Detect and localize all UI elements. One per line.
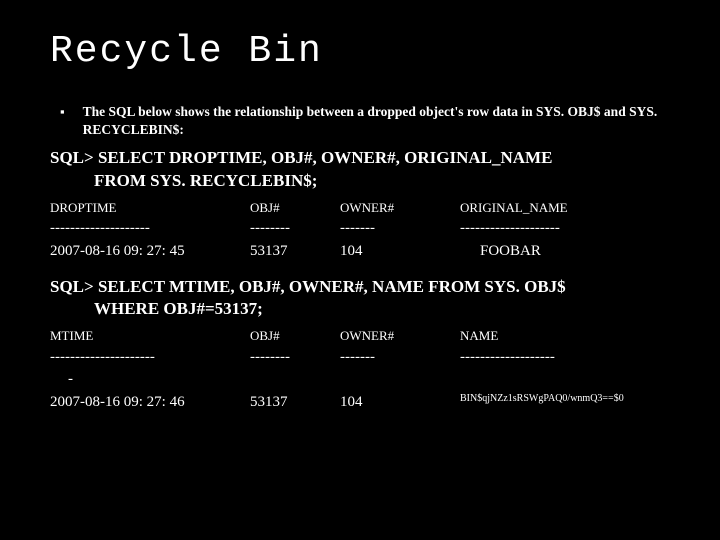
dashes: --------------------: [50, 217, 250, 240]
page-title: Recycle Bin: [50, 30, 670, 73]
table-header-row: DROPTIME OBJ# OWNER# ORIGINAL_NAME: [50, 198, 670, 218]
sql-line: SQL> SELECT MTIME, OBJ#, OWNER#, NAME FR…: [50, 277, 566, 296]
table-data-row: 2007-08-16 09: 27: 45 53137 104 FOOBAR: [50, 240, 670, 263]
dashes: -------------------: [460, 346, 670, 369]
table-divider-row: --------------------- -------- ------- -…: [50, 346, 670, 369]
table-divider-row: -------------------- -------- ------- --…: [50, 217, 670, 240]
col-header: NAME: [460, 326, 670, 346]
dashes: -------: [340, 217, 460, 240]
sql-line: FROM SYS. RECYCLEBIN$;: [94, 170, 670, 192]
cell: FOOBAR: [460, 240, 670, 263]
cell: 2007-08-16 09: 27: 45: [50, 240, 250, 263]
dashes: --------: [250, 346, 340, 369]
dashes: --------: [250, 217, 340, 240]
sql-line: SQL> SELECT DROPTIME, OBJ#, OWNER#, ORIG…: [50, 148, 552, 167]
table-divider-extra: -: [50, 368, 670, 391]
cell: 104: [340, 391, 460, 414]
col-header: MTIME: [50, 326, 250, 346]
table-header-row: MTIME OBJ# OWNER# NAME: [50, 326, 670, 346]
col-header: OBJ#: [250, 198, 340, 218]
dashes: ---------------------: [50, 346, 250, 369]
bullet-item: ▪ The SQL below shows the relationship b…: [50, 103, 670, 139]
bullet-text: The SQL below shows the relationship bet…: [83, 103, 670, 139]
col-header: DROPTIME: [50, 198, 250, 218]
table-data-row: 2007-08-16 09: 27: 46 53137 104 BIN$qjNZ…: [50, 391, 670, 414]
sql-line: WHERE OBJ#=53137;: [94, 298, 670, 320]
dashes: -: [68, 368, 268, 391]
col-header: ORIGINAL_NAME: [460, 198, 670, 218]
cell: 104: [340, 240, 460, 263]
sql-query-2: SQL> SELECT MTIME, OBJ#, OWNER#, NAME FR…: [50, 276, 670, 320]
cell: BIN$qjNZz1sRSWgPAQ0/wnmQ3==$0: [460, 391, 670, 414]
dashes: -------: [340, 346, 460, 369]
bullet-marker: ▪: [60, 103, 65, 121]
cell: 53137: [250, 240, 340, 263]
result-table-2: MTIME OBJ# OWNER# NAME -----------------…: [50, 326, 670, 413]
cell: 53137: [250, 391, 340, 414]
col-header: OBJ#: [250, 326, 340, 346]
col-header: OWNER#: [340, 198, 460, 218]
cell: 2007-08-16 09: 27: 46: [50, 391, 250, 414]
dashes: --------------------: [460, 217, 670, 240]
result-table-1: DROPTIME OBJ# OWNER# ORIGINAL_NAME -----…: [50, 198, 670, 263]
col-header: OWNER#: [340, 326, 460, 346]
sql-query-1: SQL> SELECT DROPTIME, OBJ#, OWNER#, ORIG…: [50, 147, 670, 191]
